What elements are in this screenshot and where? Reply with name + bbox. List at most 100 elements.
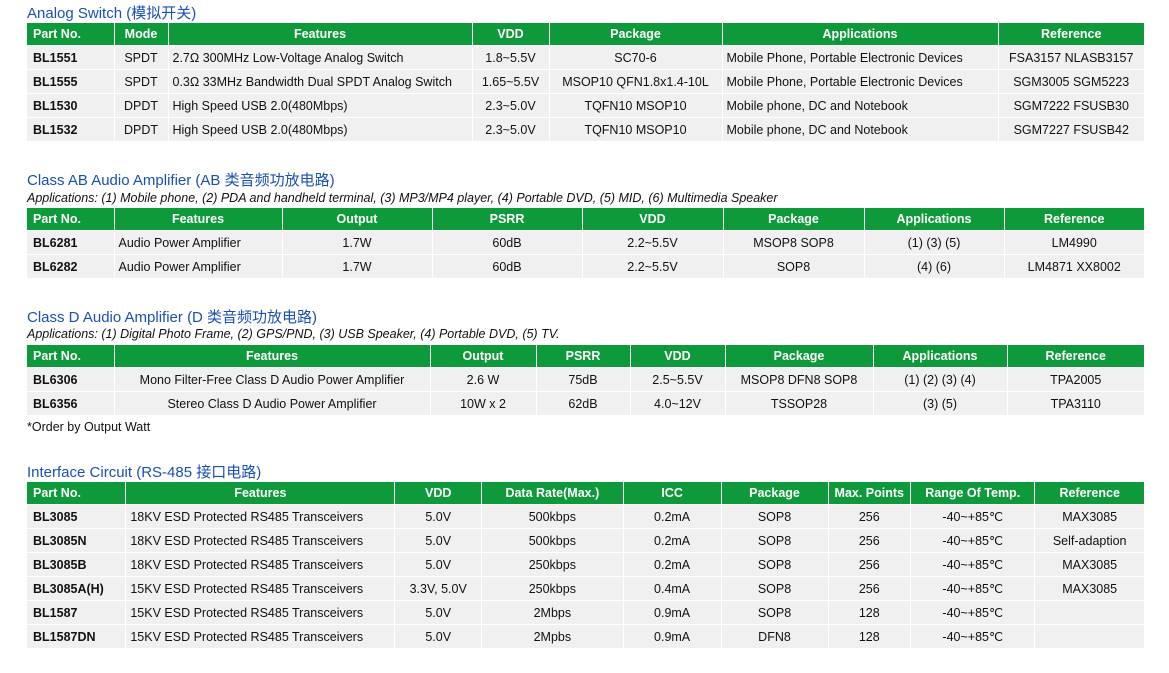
table-cell: SGM3005 SGM5223 — [997, 69, 1144, 94]
column-header: Max. Points — [827, 482, 911, 505]
table-cell: 18KV ESD Protected RS485 Transceivers — [125, 552, 395, 577]
class-ab-applications: Applications: (1) Mobile phone, (2) PDA … — [27, 191, 778, 205]
column-header: Reference — [997, 23, 1144, 46]
column-header: Package — [724, 345, 873, 368]
table-cell: TQFN10 MSOP10 — [548, 93, 722, 118]
class-ab-table: Part No. Features Output PSRR VDD Package Appl… — [27, 208, 1144, 278]
part-number-cell: BL1530 — [27, 93, 114, 118]
table-cell: 500kbps — [481, 504, 624, 529]
table-cell: 5.0V — [394, 552, 482, 577]
table-cell: 0.2mA — [622, 504, 721, 529]
table-cell: Mobile Phone, Portable Electronic Device… — [721, 45, 998, 70]
table-cell: 0.2mA — [622, 528, 721, 553]
table-cell: MSOP8 DFN8 SOP8 — [724, 367, 873, 392]
table-cell: MAX3085 — [1034, 552, 1144, 577]
column-header: Output — [281, 208, 432, 231]
table-cell: SOP8 — [720, 600, 828, 625]
table-cell: 256 — [827, 504, 911, 529]
part-number-cell: BL3085B — [27, 552, 126, 577]
table-cell: Mobile phone, DC and Notebook — [721, 93, 998, 118]
table-cell: SC70-6 — [548, 45, 722, 70]
table-cell: 256 — [827, 576, 911, 601]
analog-switch-table: Part No. Mode Features VDD Package Applicatio… — [27, 23, 1144, 141]
table-cell: SOP8 — [720, 576, 828, 601]
table-cell: 62dB — [535, 391, 630, 415]
table-row: BL6356 Stereo Class D Audio Power Amplifi… — [27, 391, 1144, 415]
table-cell: 0.9mA — [622, 624, 721, 648]
analog-switch-title: Analog Switch (模拟开关) — [27, 5, 197, 22]
table-cell: 5.0V — [394, 528, 482, 553]
table-row: BL3085 18KV ESD Protected RS485 Transceiv… — [27, 504, 1144, 529]
column-header: Applications — [721, 23, 998, 46]
column-header: Reference — [1034, 482, 1144, 505]
column-header: PSRR — [431, 208, 582, 231]
table-cell: SOP8 — [720, 528, 828, 553]
table-cell: 1.65~5.5V — [471, 69, 549, 94]
table-cell: SOP8 — [720, 504, 828, 529]
table-cell: 5.0V — [394, 624, 482, 648]
table-cell: LM4990 — [1003, 230, 1144, 255]
table-cell: Audio Power Amplifier — [113, 254, 282, 278]
column-header: VDD — [394, 482, 482, 505]
table-cell: 1.7W — [281, 254, 432, 278]
table-cell — [1034, 624, 1144, 648]
column-header: Part No. — [27, 23, 114, 46]
table-cell: 2.5~5.5V — [629, 367, 725, 392]
table-cell: 60dB — [431, 230, 582, 255]
table-row: BL1551 SPDT 2.7Ω 300MHz Low-Voltage Analog… — [27, 45, 1144, 70]
table-cell: (1) (2) (3) (4) — [872, 367, 1007, 392]
column-header: Features — [125, 482, 395, 505]
column-header: Applications — [863, 208, 1004, 231]
column-header: Features — [167, 23, 472, 46]
part-number-cell: BL6306 — [27, 367, 114, 392]
part-number-cell: BL3085N — [27, 528, 126, 553]
table-row: BL3085B 18KV ESD Protected RS485 Transcei… — [27, 552, 1144, 577]
table-cell: 10W x 2 — [429, 391, 536, 415]
table-header-row: Part No. Features Output PSRR VDD Package Appl… — [27, 208, 1144, 231]
table-cell: 5.0V — [394, 504, 482, 529]
table-cell: 75dB — [535, 367, 630, 392]
column-header: Output — [429, 345, 536, 368]
table-cell: DFN8 — [720, 624, 828, 648]
column-header: Features — [113, 345, 430, 368]
table-cell: 2.3~5.0V — [471, 117, 549, 141]
column-header: PSRR — [535, 345, 630, 368]
column-header: Reference — [1003, 208, 1144, 231]
table-cell — [1034, 600, 1144, 625]
class-d-table: Part No. Features Output PSRR VDD Package Appl… — [27, 345, 1144, 415]
table-row: BL6306 Mono Filter-Free Class D Audio Pow… — [27, 367, 1144, 392]
table-cell: 2Mpbs — [481, 624, 624, 648]
table-cell: (1) (3) (5) — [863, 230, 1004, 255]
table-cell: SGM7222 FSUSB30 — [997, 93, 1144, 118]
column-header: Package — [722, 208, 864, 231]
table-cell: MAX3085 — [1034, 576, 1144, 601]
table-cell: 2Mbps — [481, 600, 624, 625]
table-row: BL1532 DPDT High Speed USB 2.0(480Mbps) 2.3… — [27, 117, 1144, 141]
table-cell: DPDT — [113, 117, 168, 141]
table-cell: TSSOP28 — [724, 391, 873, 415]
part-number-cell: BL3085 — [27, 504, 126, 529]
table-cell: -40~+85℃ — [910, 600, 1035, 625]
interface-circuit-title: Interface Circuit (RS-485 接口电路) — [27, 464, 262, 481]
table-cell: 0.2mA — [622, 552, 721, 577]
column-header: VDD — [629, 345, 725, 368]
table-cell: SGM7227 FSUSB42 — [997, 117, 1144, 141]
part-number-cell: BL1587 — [27, 600, 126, 625]
table-cell: 250kbps — [481, 552, 624, 577]
table-cell: High Speed USB 2.0(480Mbps) — [167, 93, 472, 118]
table-row: BL6282 Audio Power Amplifier 1.7W 60dB 2.2~5… — [27, 254, 1144, 278]
column-header: Applications — [872, 345, 1007, 368]
table-cell: SOP8 — [720, 552, 828, 577]
column-header: VDD — [581, 208, 723, 231]
part-number-cell: BL6281 — [27, 230, 114, 255]
table-cell: TPA3110 — [1006, 391, 1144, 415]
part-number-cell: BL3085A(H) — [27, 576, 126, 601]
table-row: BL1587 15KV ESD Protected RS485 Transceiv… — [27, 600, 1144, 625]
table-cell: 3.3V, 5.0V — [394, 576, 482, 601]
table-cell: Self-adaption — [1034, 528, 1144, 553]
table-cell: 0.3Ω 33MHz Bandwidth Dual SPDT Analog Sw… — [167, 69, 472, 94]
table-cell: MSOP10 QFN1.8x1.4-10L — [548, 69, 722, 94]
column-header: Part No. — [27, 345, 114, 368]
table-cell: -40~+85℃ — [910, 624, 1035, 648]
table-cell: MAX3085 — [1034, 504, 1144, 529]
